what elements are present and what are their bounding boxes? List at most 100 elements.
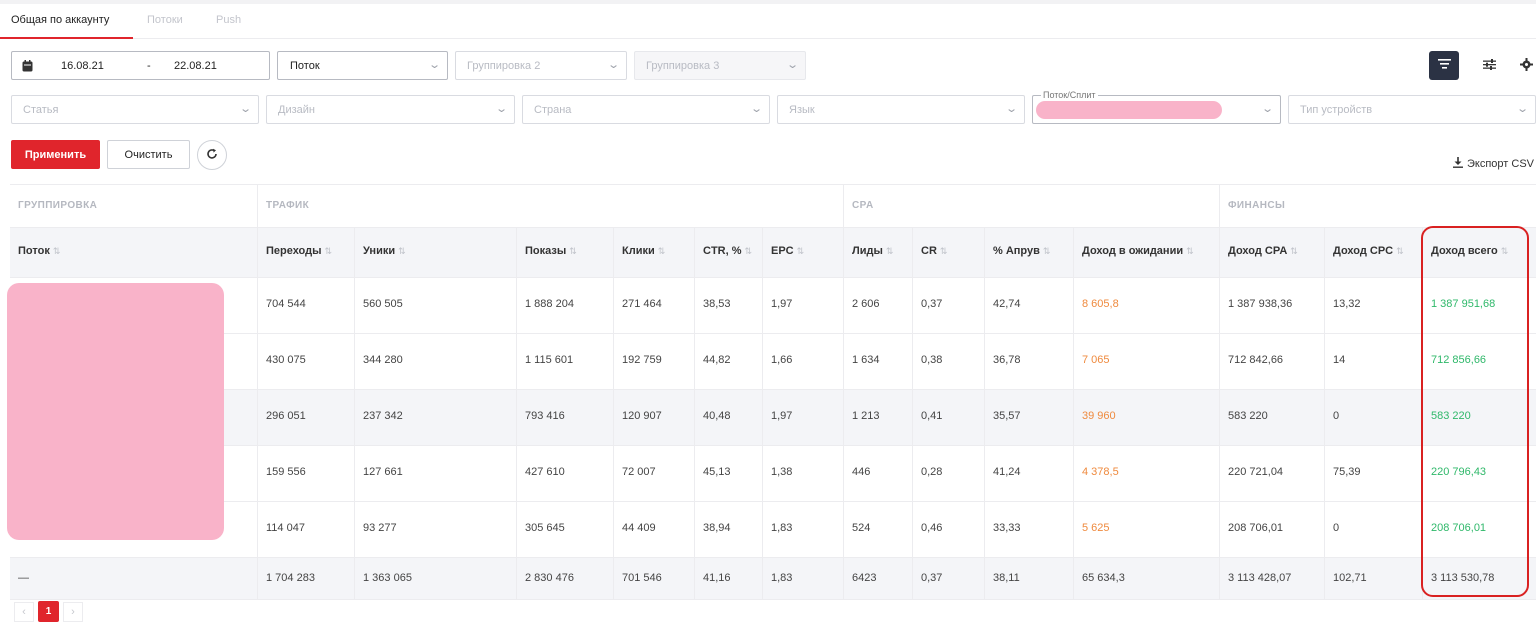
cell-pending-income: 4 378,5: [1082, 466, 1119, 478]
sort-icon[interactable]: ⇅: [398, 246, 406, 256]
column-header-cpa-income[interactable]: Доход CPA ⇅: [1228, 245, 1298, 257]
total-cpc-income: 102,71: [1333, 572, 1367, 584]
column-header-approve[interactable]: % Апрув ⇅: [993, 245, 1050, 257]
active-tab-indicator: [0, 37, 133, 39]
cell-epc: 1,83: [771, 522, 793, 534]
chevron-down-icon: ⌄: [785, 59, 799, 71]
export-csv-label: Экспорт CSV: [1466, 158, 1534, 170]
column-header-clicks[interactable]: Клики ⇅: [622, 245, 665, 257]
column-header-pending-income[interactable]: Доход в ожидании ⇅: [1082, 245, 1194, 257]
cell-epc: 1,97: [771, 410, 793, 422]
cell-leads: 1 213: [852, 410, 880, 422]
row-divider: [10, 277, 1536, 278]
apply-button[interactable]: Применить: [11, 140, 100, 169]
page-1-button[interactable]: 1: [38, 601, 59, 622]
sort-icon[interactable]: ⇅: [886, 246, 894, 256]
sort-icon[interactable]: ⇅: [1290, 246, 1298, 256]
tab-streams[interactable]: Потоки: [147, 14, 183, 26]
row-divider: [10, 501, 1536, 502]
tab-push[interactable]: Push: [216, 14, 241, 26]
chevron-down-icon: ⌄: [427, 59, 441, 71]
article-select[interactable]: Статья ⌄: [11, 95, 259, 124]
column-header-stream[interactable]: Поток ⇅: [18, 245, 60, 257]
column-header-leads[interactable]: Лиды ⇅: [852, 245, 893, 257]
column-header-transitions[interactable]: Переходы ⇅: [266, 245, 332, 257]
cell-cpc-income: 0: [1333, 410, 1340, 422]
column-header-cpc-income[interactable]: Доход CPC ⇅: [1333, 245, 1404, 257]
column-header-cr[interactable]: CR ⇅: [921, 245, 947, 257]
cell-cpa-income: 583 220: [1228, 410, 1268, 422]
settings-button[interactable]: [1517, 51, 1536, 80]
grouping-2-select[interactable]: Группировка 2 ⌄: [455, 51, 627, 80]
sort-icon[interactable]: ⇅: [53, 246, 61, 256]
total-pending-income: 65 634,3: [1082, 572, 1125, 584]
device-type-select[interactable]: Тип устройств ⌄: [1288, 95, 1536, 124]
chevron-down-icon: ⌄: [238, 103, 252, 115]
device-type-placeholder: Тип устройств: [1300, 104, 1373, 116]
cell-cr: 0,41: [921, 410, 943, 422]
cell-cpc-income: 75,39: [1333, 466, 1361, 478]
total-transitions: 1 704 283: [266, 572, 315, 584]
cell-epc: 1,97: [771, 298, 793, 310]
date-from[interactable]: 16.08.21: [61, 60, 104, 72]
design-select[interactable]: Дизайн ⌄: [266, 95, 515, 124]
cell-approve: 35,57: [993, 410, 1021, 422]
cell-ctr: 38,94: [703, 522, 731, 534]
column-header-ctr[interactable]: CTR, % ⇅: [703, 245, 752, 257]
prev-page-button[interactable]: ‹: [14, 601, 34, 622]
export-csv-link[interactable]: Экспорт CSV: [1452, 157, 1534, 171]
cell-clicks: 120 907: [622, 410, 662, 422]
sort-icon[interactable]: ⇅: [325, 246, 333, 256]
cell-epc: 1,38: [771, 466, 793, 478]
sort-icon[interactable]: ⇅: [1186, 246, 1194, 256]
language-placeholder: Язык: [789, 104, 815, 116]
sliders-icon: [1482, 58, 1496, 73]
total-cpa-income: 3 113 428,07: [1228, 572, 1292, 584]
cell-uniques: 237 342: [363, 410, 403, 422]
list-view-button[interactable]: [1429, 51, 1459, 80]
refresh-button[interactable]: [197, 140, 227, 170]
language-select[interactable]: Язык ⌄: [777, 95, 1025, 124]
country-select[interactable]: Страна ⌄: [522, 95, 770, 124]
column-header-uniques[interactable]: Уники ⇅: [363, 245, 406, 257]
cell-cr: 0,28: [921, 466, 943, 478]
column-header-impressions[interactable]: Показы ⇅: [525, 245, 577, 257]
column-header-epc[interactable]: EPC ⇅: [771, 245, 804, 257]
column-header-label: CR: [921, 245, 937, 257]
cell-clicks: 271 464: [622, 298, 662, 310]
column-settings-button[interactable]: [1475, 51, 1503, 80]
next-page-button[interactable]: ›: [63, 601, 83, 622]
clear-button[interactable]: Очистить: [107, 140, 190, 169]
date-to[interactable]: 22.08.21: [174, 60, 217, 72]
chevron-down-icon: ⌄: [494, 103, 508, 115]
sort-icon[interactable]: ⇅: [940, 246, 948, 256]
total-uniques: 1 363 065: [363, 572, 412, 584]
grouping-1-select[interactable]: Поток ⌄: [277, 51, 448, 80]
sort-icon[interactable]: ⇅: [1396, 246, 1404, 256]
cell-transitions: 296 051: [266, 410, 306, 422]
total-leads: 6423: [852, 572, 877, 584]
column-header-label: EPC: [771, 245, 794, 257]
cell-uniques: 344 280: [363, 354, 403, 366]
tab-bar: Общая по аккаунту Потоки Push: [0, 6, 1536, 39]
cell-cr: 0,46: [921, 522, 943, 534]
column-header-label: Клики: [622, 245, 655, 257]
sort-icon[interactable]: ⇅: [745, 246, 753, 256]
column-divider: [257, 184, 258, 599]
row-divider: [10, 445, 1536, 446]
sort-icon[interactable]: ⇅: [569, 246, 577, 256]
cell-impressions: 793 416: [525, 410, 565, 422]
row-divider: [10, 227, 1536, 228]
sort-icon[interactable]: ⇅: [1043, 246, 1051, 256]
column-header-label: Поток: [18, 245, 50, 257]
sort-icon[interactable]: ⇅: [797, 246, 805, 256]
cell-leads: 2 606: [852, 298, 880, 310]
cell-transitions: 114 047: [266, 522, 305, 534]
cell-uniques: 127 661: [363, 466, 403, 478]
stream-split-select[interactable]: Поток/Сплит ⌄: [1032, 90, 1281, 124]
date-range-picker[interactable]: 16.08.21 - 22.08.21: [11, 51, 270, 80]
row-divider: [10, 557, 1536, 558]
sort-icon[interactable]: ⇅: [658, 246, 666, 256]
tab-account-overview[interactable]: Общая по аккаунту: [11, 14, 109, 26]
chevron-down-icon: ⌄: [749, 103, 763, 115]
